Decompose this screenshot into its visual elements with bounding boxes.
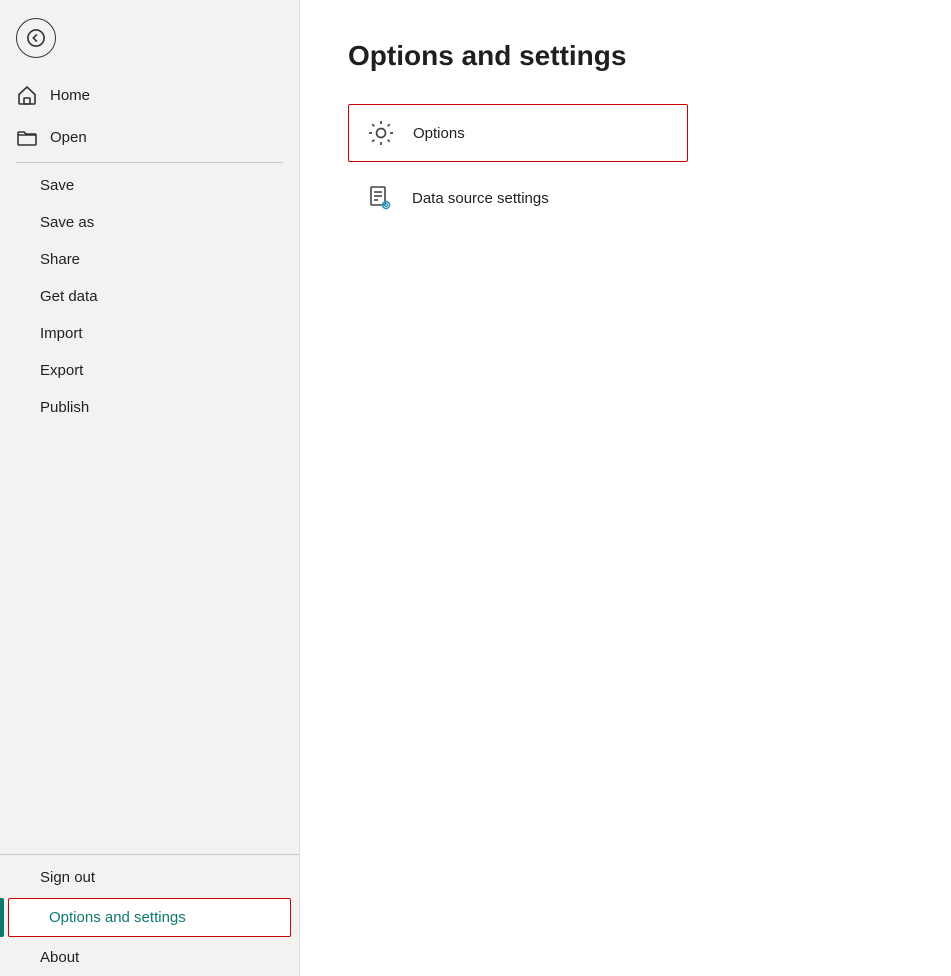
- sidebar: Home Open Save Save as Share Get data Im…: [0, 0, 300, 976]
- page-title: Options and settings: [348, 40, 903, 72]
- sidebar-bottom: Sign out Options and settings About: [0, 854, 299, 976]
- data-source-icon: [364, 182, 396, 214]
- sidebar-item-publish[interactable]: Publish: [0, 389, 299, 426]
- sidebar-share-label: Share: [40, 251, 80, 268]
- sidebar-item-about[interactable]: About: [0, 939, 299, 976]
- options-settings-wrapper: Options and settings: [0, 898, 299, 937]
- options-card[interactable]: Options: [348, 104, 688, 162]
- home-icon: [16, 84, 38, 106]
- sidebar-item-sign-out[interactable]: Sign out: [0, 859, 299, 896]
- sidebar-item-import[interactable]: Import: [0, 315, 299, 352]
- sidebar-sign-out-label: Sign out: [40, 869, 95, 886]
- sidebar-item-share[interactable]: Share: [0, 241, 299, 278]
- sidebar-home-label: Home: [50, 87, 90, 104]
- back-button[interactable]: [16, 18, 56, 58]
- main-content: Options and settings Options: [300, 0, 951, 976]
- sidebar-options-settings-label: Options and settings: [49, 909, 186, 926]
- sidebar-item-save-as[interactable]: Save as: [0, 204, 299, 241]
- sidebar-top: [0, 0, 299, 74]
- sidebar-get-data-label: Get data: [40, 288, 98, 305]
- sidebar-item-export[interactable]: Export: [0, 352, 299, 389]
- data-source-settings-card[interactable]: Data source settings: [348, 170, 688, 226]
- sidebar-item-options-and-settings[interactable]: Options and settings: [8, 898, 291, 937]
- sidebar-export-label: Export: [40, 362, 83, 379]
- options-label: Options: [413, 125, 465, 142]
- sidebar-save-label: Save: [40, 177, 74, 194]
- open-icon: [16, 126, 38, 148]
- sidebar-item-home[interactable]: Home: [0, 74, 299, 116]
- sidebar-open-label: Open: [50, 129, 87, 146]
- nav-divider-1: [16, 162, 283, 163]
- sidebar-save-as-label: Save as: [40, 214, 94, 231]
- data-source-settings-label: Data source settings: [412, 190, 549, 207]
- sidebar-item-open[interactable]: Open: [0, 116, 299, 158]
- sidebar-publish-label: Publish: [40, 399, 89, 416]
- active-indicator: [0, 898, 4, 937]
- sidebar-import-label: Import: [40, 325, 83, 342]
- sidebar-about-label: About: [40, 949, 79, 966]
- sidebar-item-get-data[interactable]: Get data: [0, 278, 299, 315]
- gear-icon: [365, 117, 397, 149]
- sidebar-item-save[interactable]: Save: [0, 167, 299, 204]
